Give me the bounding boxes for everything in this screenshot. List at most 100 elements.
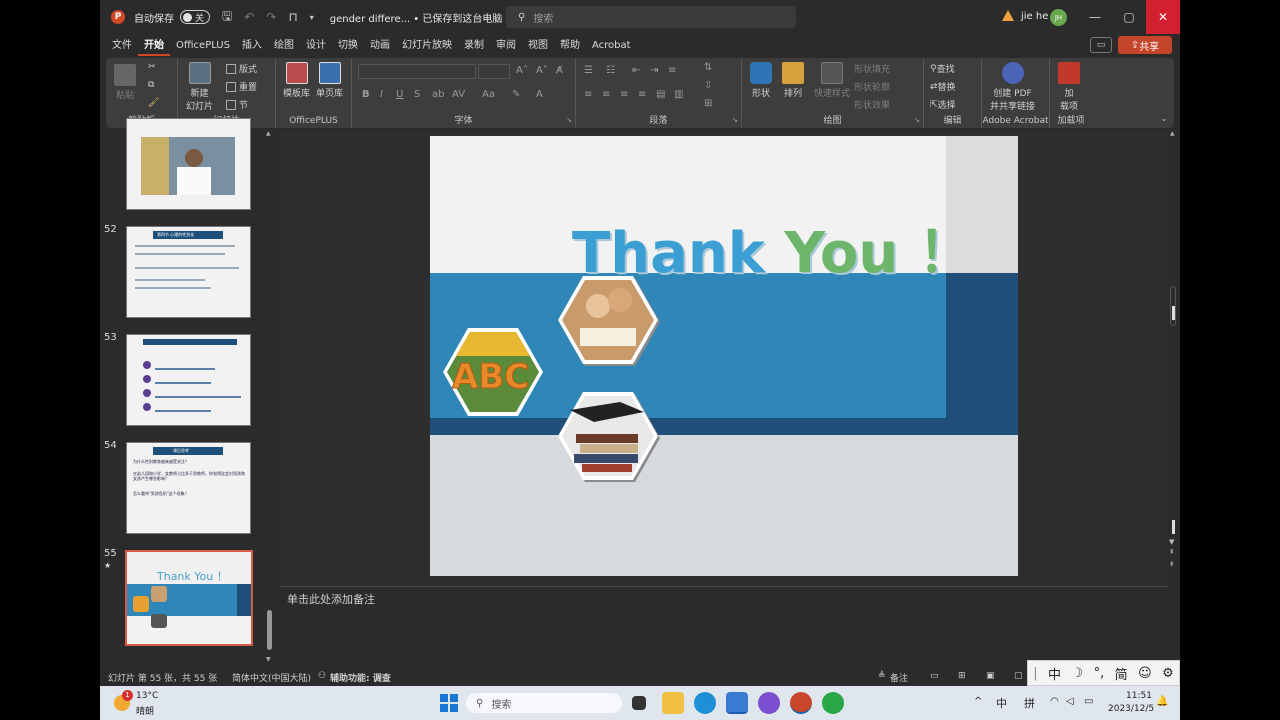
tab-transitions[interactable]: 切换 — [332, 36, 364, 56]
numbering-icon[interactable]: ☷ — [606, 65, 615, 76]
columns-icon[interactable]: ▥ — [674, 89, 683, 100]
decrease-indent-icon[interactable]: ⇤ — [632, 65, 640, 76]
document-title[interactable]: gender differe... • 已保存到这台电脑 ⌄ — [330, 10, 514, 25]
start-button[interactable] — [440, 694, 458, 712]
next-slide-icon[interactable]: ⇟ — [1169, 560, 1175, 568]
align-text-icon[interactable]: ⇳ — [704, 80, 712, 91]
slide-thumbnail-54[interactable]: 课后思考 为什么性别教育越来越受关注？ 在幼儿园和小学，女教师占比多于男教师。你… — [126, 442, 251, 534]
dialog-launcher-icon[interactable]: ↘ — [566, 116, 572, 124]
change-case-icon[interactable]: Aa — [482, 89, 495, 100]
ime-chinese-mode[interactable]: 中 — [1048, 664, 1061, 683]
dialog-launcher-icon[interactable]: ↘ — [732, 116, 738, 124]
strikethrough-icon[interactable]: S — [414, 89, 420, 100]
tray-ime-mode[interactable]: 中 — [996, 695, 1007, 711]
quick-styles-button[interactable]: 快速样式 — [814, 62, 850, 99]
tab-slideshow[interactable]: 幻灯片放映 — [396, 36, 458, 56]
comments-button[interactable]: ▭ — [1090, 37, 1112, 53]
tab-home[interactable]: 开始 — [138, 36, 170, 56]
user-name[interactable]: jie he — [1021, 11, 1048, 22]
scrollbar-thumb[interactable] — [267, 610, 272, 650]
find-button[interactable]: ⚲ 查找 — [930, 62, 955, 76]
present-icon[interactable]: ⊓ — [288, 10, 297, 24]
smartart-icon[interactable]: ⊞ — [704, 98, 712, 109]
autosave-toggle[interactable]: 关 — [180, 10, 210, 24]
format-painter-icon[interactable]: 🖌 — [148, 98, 159, 108]
tab-review[interactable]: 审阅 — [490, 36, 522, 56]
scroll-down-icon[interactable]: ▼ — [266, 656, 271, 663]
save-icon[interactable]: 🖫 — [222, 7, 232, 28]
align-center-icon[interactable]: ≡ — [602, 89, 610, 100]
template-lib-button[interactable]: 模板库 — [283, 62, 310, 99]
arrange-button[interactable]: 排列 — [782, 62, 804, 99]
avatar[interactable]: JH — [1050, 9, 1067, 26]
single-lib-button[interactable]: 单页库 — [316, 62, 343, 99]
clock-time[interactable]: 11:51 — [1126, 691, 1152, 701]
panel-scrollbar[interactable]: ▲ ▼ — [266, 130, 274, 665]
copilot-icon[interactable] — [758, 692, 780, 714]
font-color-icon[interactable]: A — [536, 89, 543, 100]
ime-emoji-icon[interactable]: ☺ — [1138, 666, 1152, 681]
slide-thumbnail-55[interactable]: Thank You ！ — [125, 550, 253, 646]
share-button[interactable]: ⇪ 共享 — [1118, 36, 1172, 54]
tray-ime-pinyin[interactable]: 拼 — [1024, 695, 1035, 711]
ime-settings-icon[interactable]: ⚙ — [1162, 666, 1174, 681]
wifi-icon[interactable]: ◠ — [1050, 696, 1059, 707]
taskbar-search[interactable]: ⚲ 搜索 — [466, 693, 622, 713]
slide-thumbnail-52[interactable]: 第四节 心理的性别化 — [126, 226, 251, 318]
tab-help[interactable]: 帮助 — [554, 36, 586, 56]
volume-icon[interactable]: ◁ — [1066, 696, 1074, 707]
weather-desc[interactable]: 晴朗 — [136, 704, 154, 717]
slide-thumbnail-53[interactable] — [126, 334, 251, 426]
notes-icon[interactable]: ≜ — [878, 671, 886, 681]
tab-design[interactable]: 设计 — [300, 36, 332, 56]
create-pdf-button[interactable]: 创建 PDF 并共享链接 — [990, 62, 1035, 112]
paste-button[interactable]: 粘贴 — [114, 64, 136, 101]
char-spacing-icon[interactable]: AV — [452, 89, 465, 100]
bullets-icon[interactable]: ☰ — [584, 65, 593, 76]
text-direction-icon[interactable]: ⇅ — [704, 62, 712, 73]
search-input[interactable]: ⚲ 搜索 — [506, 6, 796, 28]
close-button[interactable]: ✕ — [1146, 0, 1180, 34]
reading-view-icon[interactable]: ▣ — [986, 671, 995, 681]
slide-thumbnail-51[interactable] — [126, 118, 251, 210]
font-size-field[interactable] — [478, 64, 510, 79]
accessibility-icon[interactable]: ⚇ — [318, 671, 326, 681]
tab-animations[interactable]: 动画 — [364, 36, 396, 56]
tab-officeplus[interactable]: OfficePLUS — [170, 36, 236, 56]
slide-sorter-icon[interactable]: ⊞ — [958, 671, 966, 681]
minimize-button[interactable]: — — [1078, 0, 1112, 34]
tab-record[interactable]: 录制 — [458, 36, 490, 56]
bold-icon[interactable]: B — [362, 89, 370, 100]
shape-fill-button[interactable]: 形状填充 — [854, 62, 890, 75]
layout-button[interactable]: 版式 — [226, 62, 257, 75]
current-slide[interactable]: Thank You ！ ABC — [430, 136, 1018, 576]
distribute-icon[interactable]: ▤ — [656, 89, 665, 100]
ime-punctuation[interactable]: °, — [1094, 666, 1105, 681]
ime-drag-handle[interactable]: | — [1033, 666, 1037, 681]
shape-outline-button[interactable]: 形状轮廓 — [854, 80, 890, 93]
powerpoint-taskbar-icon[interactable] — [790, 692, 812, 714]
weather-temp[interactable]: 13°C — [136, 691, 158, 701]
ime-simplified[interactable]: 简 — [1115, 664, 1128, 683]
media-player-icon[interactable] — [822, 692, 844, 714]
replace-button[interactable]: ⇄ 替换 — [930, 80, 956, 94]
tab-acrobat[interactable]: Acrobat — [586, 36, 637, 56]
ime-moon-icon[interactable]: ☽ — [1072, 666, 1084, 681]
spacing-icon[interactable]: ab — [432, 89, 444, 100]
line-spacing-icon[interactable]: ≡ — [668, 65, 676, 76]
shape-effects-button[interactable]: 形状效果 — [854, 98, 890, 111]
maximize-button[interactable]: ▢ — [1112, 0, 1146, 34]
redo-icon[interactable]: ↷ — [266, 10, 276, 24]
notes-placeholder[interactable]: 单击此处添加备注 — [287, 591, 375, 607]
increase-font-icon[interactable]: A˄ — [516, 65, 528, 76]
store-icon[interactable] — [726, 692, 748, 714]
scroll-down-icon[interactable]: ▼ — [1169, 538, 1174, 546]
underline-icon[interactable]: U — [396, 89, 403, 100]
scroll-up-icon[interactable]: ▲ — [1170, 130, 1175, 137]
previous-slide-icon[interactable]: ⇞ — [1169, 548, 1175, 556]
scroll-up-icon[interactable]: ▲ — [266, 130, 271, 137]
italic-icon[interactable]: I — [380, 89, 383, 100]
tray-chevron-icon[interactable]: ^ — [974, 696, 982, 707]
shapes-button[interactable]: 形状 — [750, 62, 772, 99]
addins-button[interactable]: 加 载项 — [1058, 62, 1080, 112]
